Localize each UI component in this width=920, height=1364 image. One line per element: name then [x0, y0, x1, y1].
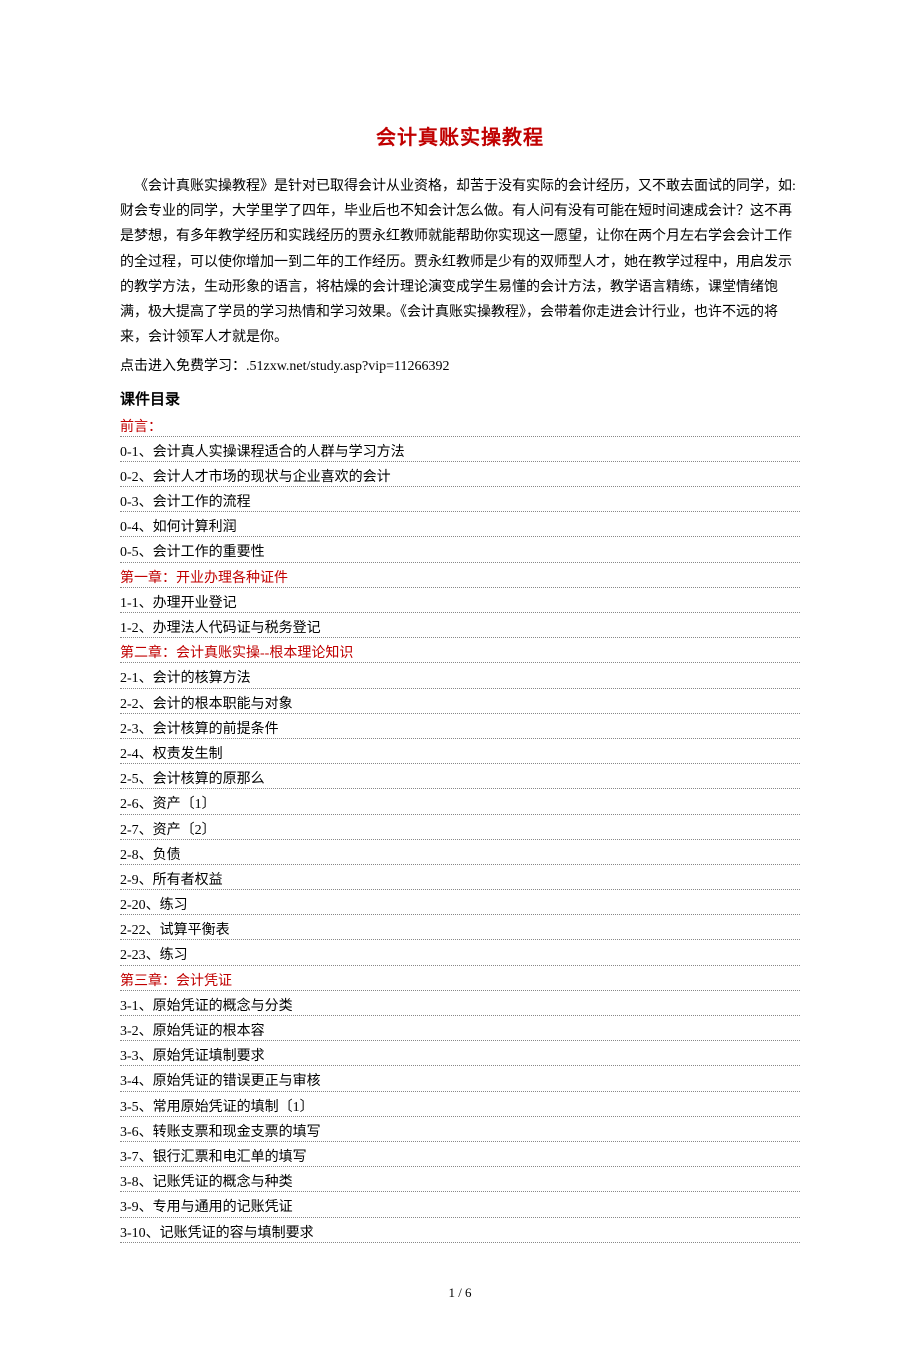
section-heading-text: 第二章：会计真账实操--根本理论知识	[120, 646, 357, 661]
toc-item-text: 2-6、资产〔1〕	[120, 797, 220, 812]
toc-item-text: 0-4、如何计算利润	[120, 520, 241, 535]
toc-item: 1-1、办理开业登记	[120, 591, 800, 616]
toc-item-text: 2-5、会计核算的原那么	[120, 772, 269, 787]
toc-item: 0-1、会计真人实操课程适合的人群与学习方法	[120, 440, 800, 465]
toc-item-text: 2-2、会计的根本职能与对象	[120, 697, 297, 712]
toc-item: 2-7、资产〔2〕	[120, 818, 800, 843]
toc-item: 2-20、练习	[120, 893, 800, 918]
toc-item: 3-8、记账凭证的概念与种类	[120, 1170, 800, 1195]
toc-item: 3-7、银行汇票和电汇单的填写	[120, 1145, 800, 1170]
toc-item-text: 3-8、记账凭证的概念与种类	[120, 1175, 297, 1190]
toc-item-text: 3-1、原始凭证的概念与分类	[120, 999, 297, 1014]
toc-item: 0-3、会计工作的流程	[120, 490, 800, 515]
toc-item-text: 2-8、负债	[120, 848, 185, 863]
toc-item: 0-2、会计人才市场的现状与企业喜欢的会计	[120, 465, 800, 490]
toc-item-text: 1-2、办理法人代码证与税务登记	[120, 621, 325, 636]
intro-paragraph: 《会计真账实操教程》是针对已取得会计从业资格，却苦于没有实际的会计经历，又不敢去…	[120, 174, 800, 350]
document-title: 会计真账实操教程	[120, 120, 800, 156]
study-link-line: 点击进入免费学习：.51zxw.net/study.asp?vip=112663…	[120, 354, 800, 379]
section-heading-text: 第一章：开业办理各种证件	[120, 571, 292, 586]
toc-item: 2-9、所有者权益	[120, 868, 800, 893]
toc-item: 2-23、练习	[120, 943, 800, 968]
toc-item: 0-4、如何计算利润	[120, 515, 800, 540]
toc-item: 2-4、权责发生制	[120, 742, 800, 767]
toc-container: 前言： 0-1、会计真人实操课程适合的人群与学习方法 0-2、会计人才市场的现状与企…	[120, 415, 800, 1246]
section-heading: 前言：	[120, 415, 800, 440]
toc-item: 3-6、转账支票和现金支票的填写	[120, 1120, 800, 1145]
section-heading-text: 前言：	[120, 420, 166, 435]
toc-item-text: 0-5、会计工作的重要性	[120, 545, 269, 560]
toc-item: 2-3、会计核算的前提条件	[120, 717, 800, 742]
toc-item-text: 2-1、会计的核算方法	[120, 671, 255, 686]
toc-item-text: 3-6、转账支票和现金支票的填写	[120, 1125, 325, 1140]
toc-item-text: 2-7、资产〔2〕	[120, 823, 220, 838]
toc-item: 2-2、会计的根本职能与对象	[120, 692, 800, 717]
toc-item: 2-8、负债	[120, 843, 800, 868]
document-page: 会计真账实操教程 《会计真账实操教程》是针对已取得会计从业资格，却苦于没有实际的…	[0, 0, 920, 1364]
toc-item-text: 3-2、原始凭证的根本容	[120, 1024, 269, 1039]
toc-item-text: 0-3、会计工作的流程	[120, 495, 255, 510]
toc-item: 3-5、常用原始凭证的填制〔1〕	[120, 1095, 800, 1120]
toc-item: 2-1、会计的核算方法	[120, 666, 800, 691]
toc-item-text: 3-9、专用与通用的记账凭证	[120, 1200, 297, 1215]
section-heading: 第一章：开业办理各种证件	[120, 566, 800, 591]
toc-item: 3-10、记账凭证的容与填制要求	[120, 1221, 800, 1246]
toc-item: 3-3、原始凭证填制要求	[120, 1044, 800, 1069]
toc-item-text: 3-7、银行汇票和电汇单的填写	[120, 1150, 311, 1165]
toc-item-text: 3-5、常用原始凭证的填制〔1〕	[120, 1100, 318, 1115]
section-heading: 第二章：会计真账实操--根本理论知识	[120, 641, 800, 666]
section-heading: 第三章：会计凭证	[120, 969, 800, 994]
toc-item: 3-9、专用与通用的记账凭证	[120, 1195, 800, 1220]
toc-item: 3-4、原始凭证的错误更正与审核	[120, 1069, 800, 1094]
toc-item-text: 1-1、办理开业登记	[120, 596, 241, 611]
toc-item-text: 3-10、记账凭证的容与填制要求	[120, 1226, 318, 1241]
toc-item: 1-2、办理法人代码证与税务登记	[120, 616, 800, 641]
toc-header: 课件目录	[120, 386, 800, 413]
toc-item: 2-5、会计核算的原那么	[120, 767, 800, 792]
toc-item: 2-6、资产〔1〕	[120, 792, 800, 817]
toc-item: 0-5、会计工作的重要性	[120, 540, 800, 565]
toc-item-text: 0-2、会计人才市场的现状与企业喜欢的会计	[120, 470, 395, 485]
toc-item: 3-1、原始凭证的概念与分类	[120, 994, 800, 1019]
toc-item: 3-2、原始凭证的根本容	[120, 1019, 800, 1044]
toc-item-text: 2-22、试算平衡表	[120, 923, 234, 938]
toc-item-text: 3-4、原始凭证的错误更正与审核	[120, 1074, 325, 1089]
toc-item-text: 2-4、权责发生制	[120, 747, 227, 762]
toc-item-text: 3-3、原始凭证填制要求	[120, 1049, 269, 1064]
toc-item: 2-22、试算平衡表	[120, 918, 800, 943]
toc-item-text: 0-1、会计真人实操课程适合的人群与学习方法	[120, 445, 409, 460]
section-heading-text: 第三章：会计凭证	[120, 974, 236, 989]
toc-item-text: 2-9、所有者权益	[120, 873, 227, 888]
page-footer: 1 / 6	[120, 1281, 800, 1304]
toc-item-text: 2-3、会计核算的前提条件	[120, 722, 283, 737]
toc-item-text: 2-20、练习	[120, 898, 192, 913]
toc-item-text: 2-23、练习	[120, 948, 192, 963]
